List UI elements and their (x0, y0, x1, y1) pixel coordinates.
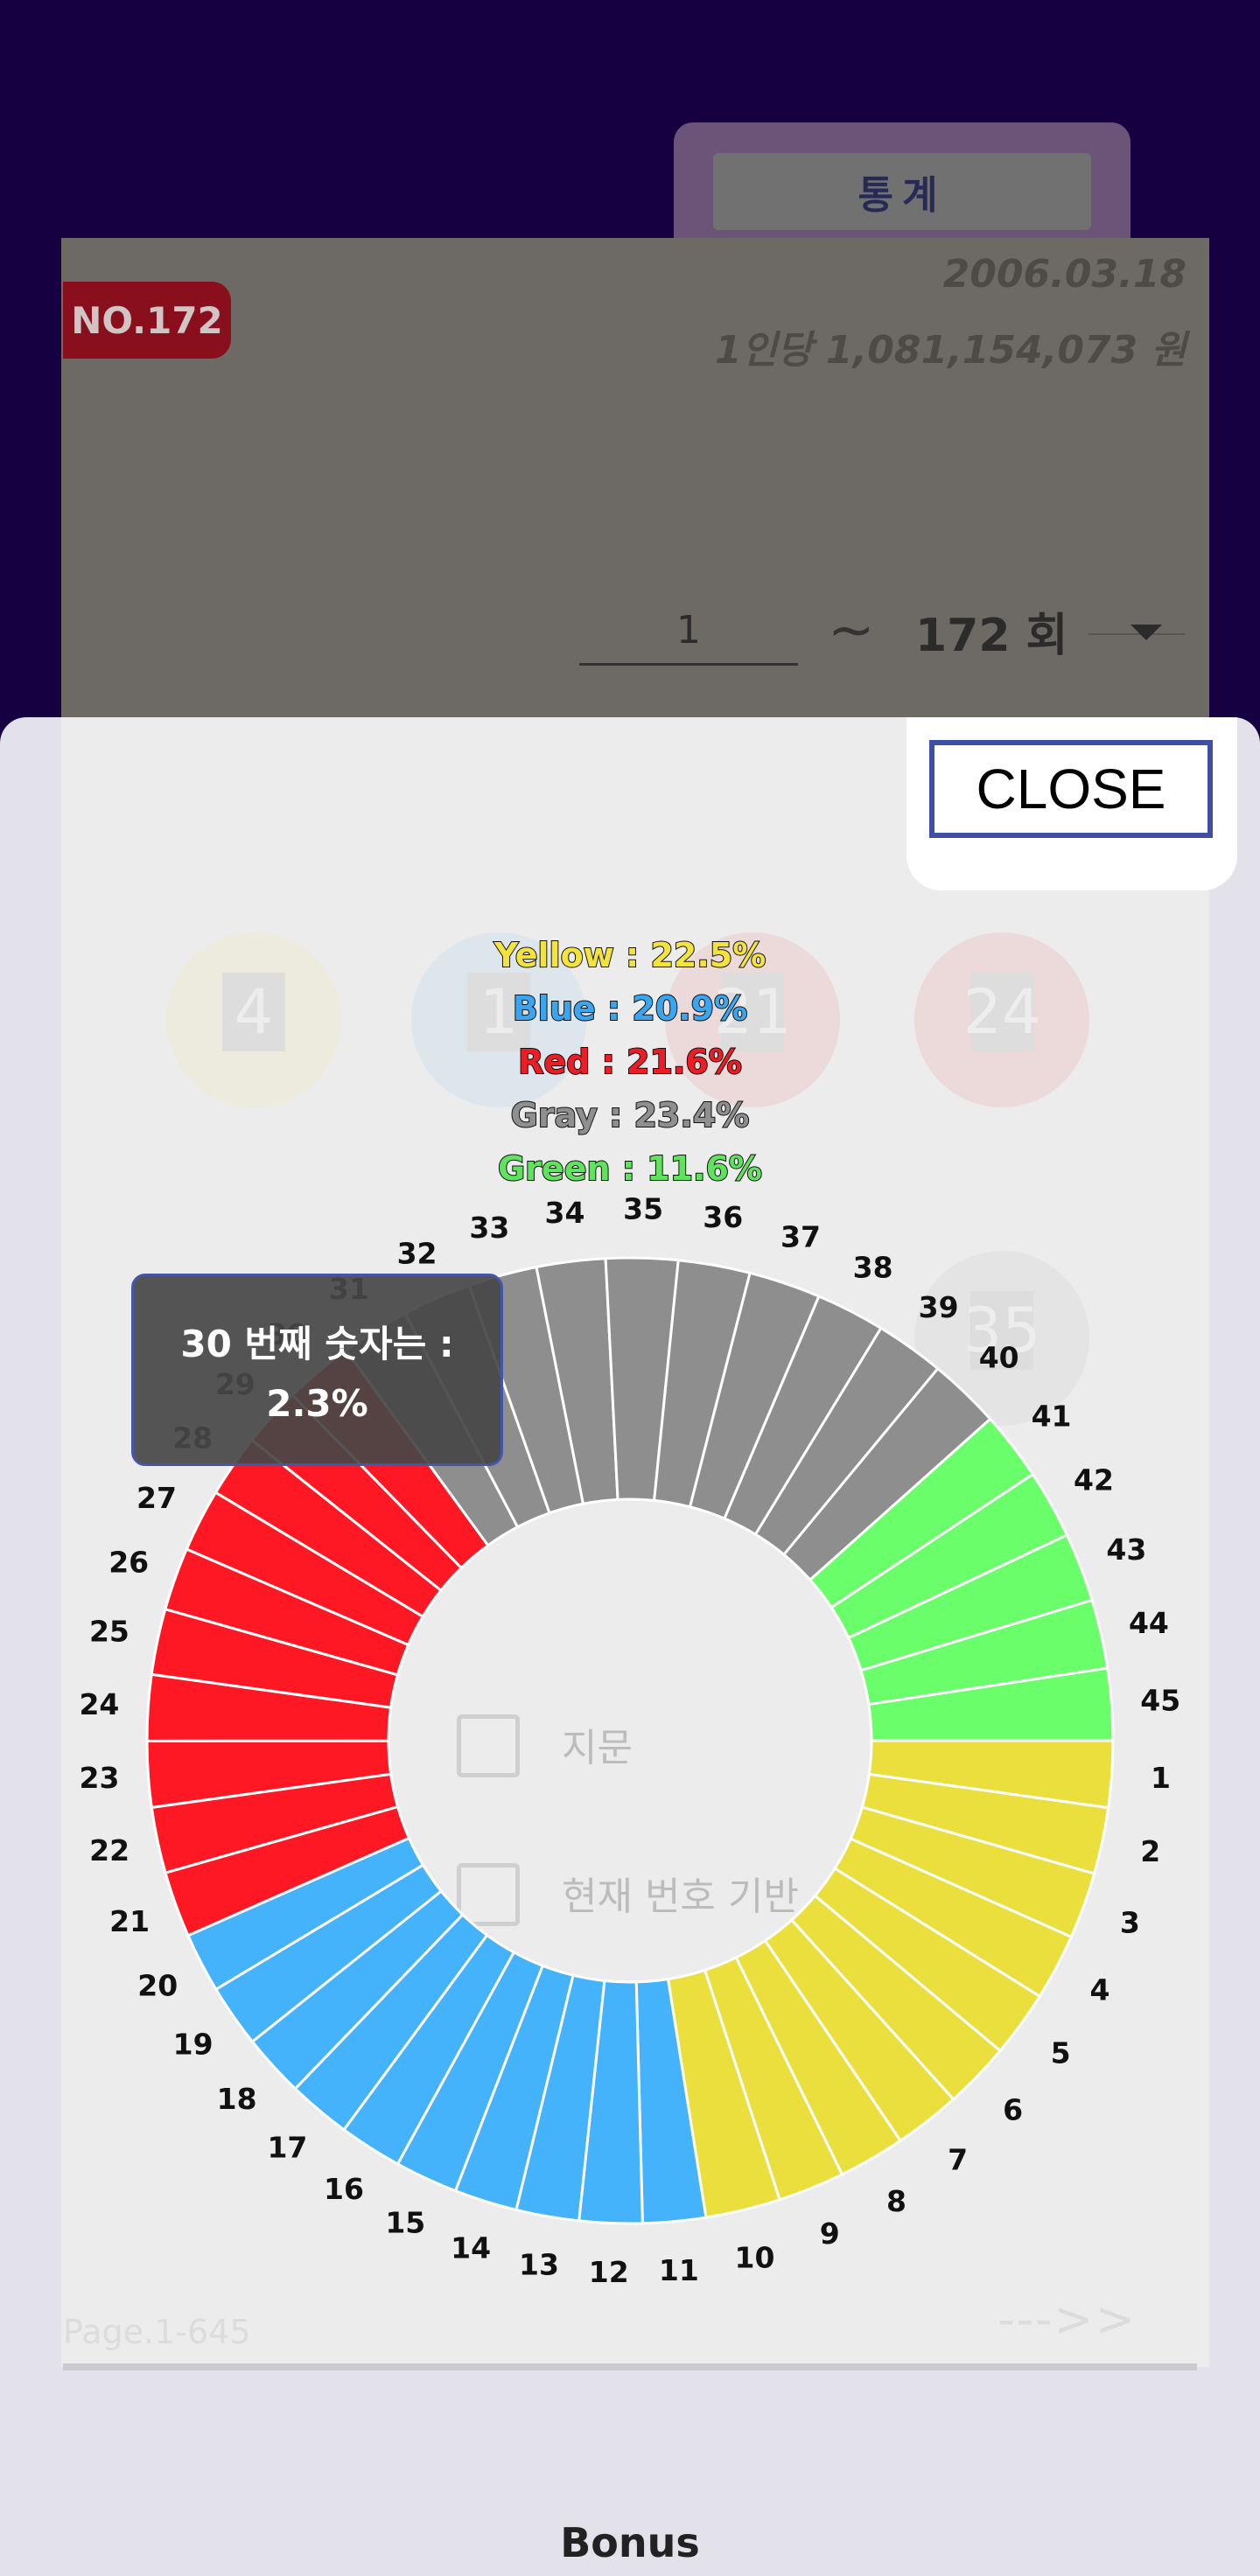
segment-label-9: 9 (820, 2216, 840, 2251)
segment-label-18: 18 (217, 2082, 257, 2116)
segment-label-25: 25 (89, 1615, 130, 1649)
segment-label-7: 7 (948, 2142, 968, 2176)
number-frequency-donut-chart: 1234567891011121314151617181920212223242… (79, 1192, 1180, 2289)
segment-label-37: 37 (780, 1220, 821, 1254)
segment-label-40: 40 (979, 1340, 1019, 1374)
segment-label-38: 38 (853, 1251, 893, 1285)
segment-label-11: 11 (659, 2253, 699, 2287)
segment-label-42: 42 (1074, 1463, 1114, 1497)
segment-label-36: 36 (703, 1200, 743, 1234)
segment-label-5: 5 (1051, 2036, 1071, 2070)
segment-label-24: 24 (79, 1687, 119, 1721)
segment-label-43: 43 (1106, 1532, 1146, 1567)
segment-label-26: 26 (108, 1546, 149, 1580)
segment-label-3: 3 (1120, 1905, 1140, 1939)
tooltip-title: 30 번째 숫자는 : (180, 1323, 454, 1365)
segment-label-32: 32 (397, 1236, 438, 1270)
segment-label-10: 10 (735, 2241, 775, 2275)
segment-label-41: 41 (1032, 1399, 1072, 1433)
segment-label-4: 4 (1089, 1973, 1110, 2007)
segment-label-33: 33 (469, 1211, 509, 1245)
segment-label-20: 20 (137, 1968, 178, 2002)
tooltip-value: 2.3% (266, 1382, 368, 1425)
segment-label-2: 2 (1140, 1834, 1160, 1868)
segment-label-19: 19 (173, 2027, 214, 2061)
segment-label-6: 6 (1003, 2093, 1023, 2127)
segment-label-23: 23 (80, 1761, 120, 1795)
segment-label-14: 14 (451, 2231, 491, 2265)
segment-label-27: 27 (136, 1481, 177, 1515)
segment-tooltip: 30 번째 숫자는 : 2.3% (131, 1274, 503, 1466)
segment-label-44: 44 (1129, 1606, 1169, 1640)
segment-label-45: 45 (1140, 1684, 1180, 1718)
segment-label-12: 12 (589, 2255, 629, 2289)
segment-label-39: 39 (919, 1290, 959, 1324)
bonus-label: Bonus (560, 2519, 700, 2566)
segment-label-22: 22 (89, 1833, 130, 1867)
segment-label-35: 35 (623, 1192, 663, 1226)
segment-label-15: 15 (385, 2206, 425, 2240)
segment-label-34: 34 (545, 1196, 585, 1230)
segment-label-8: 8 (886, 2184, 906, 2218)
segment-label-17: 17 (267, 2131, 307, 2165)
segment-label-13: 13 (519, 2248, 559, 2282)
segment-label-1: 1 (1151, 1761, 1171, 1795)
segment-label-16: 16 (324, 2172, 364, 2206)
segment-label-21: 21 (109, 1904, 150, 1938)
